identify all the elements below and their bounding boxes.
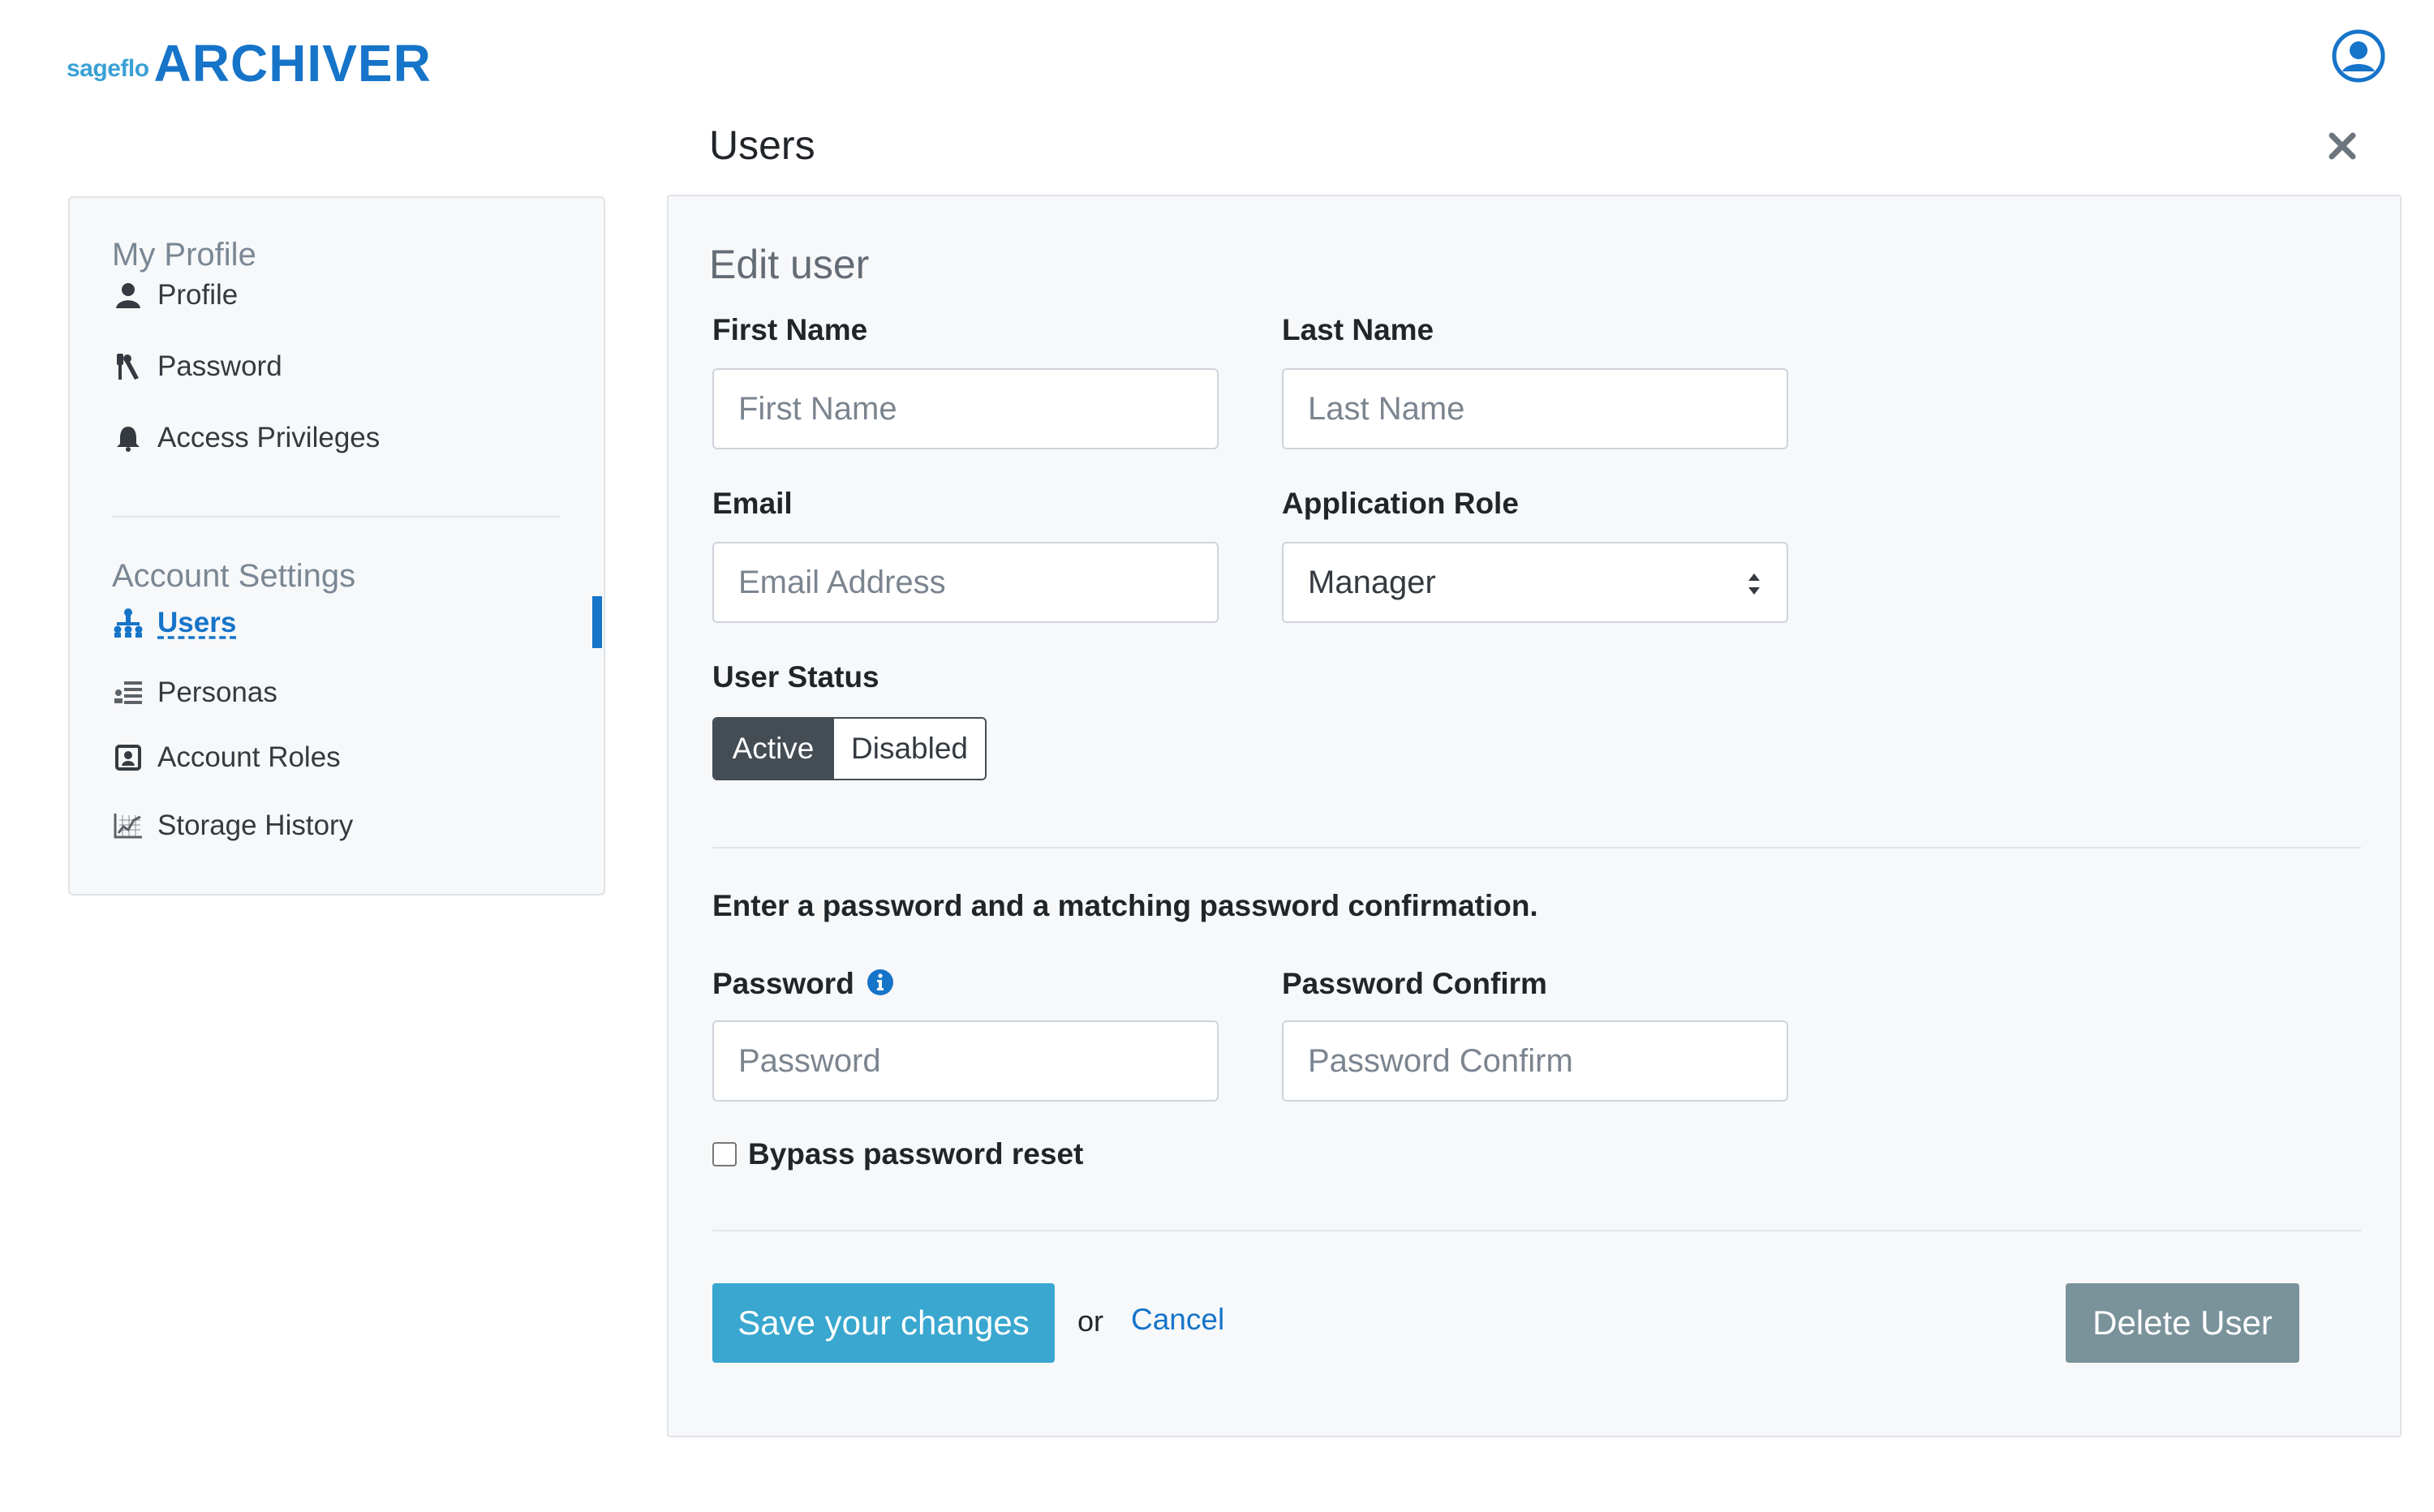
last-name-field[interactable] [1282, 368, 1788, 449]
sidebar-item-password[interactable]: Password [112, 342, 282, 391]
close-icon[interactable] [2322, 126, 2363, 166]
status-disabled-button[interactable]: Disabled [832, 719, 985, 779]
bypass-password-reset-label: Bypass password reset [748, 1137, 1084, 1171]
password-instructions: Enter a password and a matching password… [712, 889, 1538, 922]
user-icon [112, 279, 144, 311]
last-name-label: Last Name [1282, 313, 1434, 346]
sidebar-item-storage-history[interactable]: Storage History [112, 801, 353, 850]
bypass-password-reset-option[interactable]: Bypass password reset [712, 1137, 1083, 1171]
first-name-label: First Name [712, 313, 868, 346]
user-account-icon[interactable] [2332, 29, 2385, 83]
sidebar-divider [112, 516, 560, 518]
status-active-button[interactable]: Active [714, 719, 832, 779]
persona-list-icon [112, 677, 144, 709]
sidebar-section-my-profile: My Profile [112, 237, 256, 273]
sidebar-item-label: Users [157, 607, 237, 638]
sidebar-item-label: Storage History [157, 810, 354, 841]
save-button[interactable]: Save your changes [712, 1283, 1055, 1363]
email-field[interactable] [712, 542, 1219, 623]
panel-title: Edit user [709, 242, 870, 287]
or-text: or [1077, 1304, 1104, 1338]
section-divider [712, 847, 2361, 848]
user-status-label: User Status [712, 660, 879, 694]
delete-user-button[interactable]: Delete User [2066, 1283, 2299, 1363]
settings-sidebar: My Profile Profile Password Access Privi… [68, 196, 605, 896]
password-field[interactable] [712, 1020, 1219, 1102]
sidebar-active-indicator [592, 596, 602, 648]
bell-icon [112, 422, 144, 454]
sidebar-item-profile[interactable]: Profile [112, 271, 238, 320]
first-name-field[interactable] [712, 368, 1219, 449]
sidebar-section-account-settings: Account Settings [112, 558, 356, 594]
sidebar-item-users[interactable]: Users [112, 599, 236, 647]
sidebar-item-label: Personas [157, 677, 277, 708]
password-confirm-field[interactable] [1282, 1020, 1788, 1102]
logo-brand-title: ARCHIVER [153, 34, 432, 92]
sidebar-item-personas[interactable]: Personas [112, 668, 277, 717]
password-label: Password [712, 967, 854, 1000]
sidebar-item-account-roles[interactable]: Account Roles [112, 733, 341, 782]
application-role-label: Application Role [1282, 487, 1519, 520]
page-title: Users [709, 122, 815, 168]
chart-icon [112, 810, 144, 842]
sidebar-item-access-privileges[interactable]: Access Privileges [112, 414, 380, 462]
info-icon[interactable] [867, 969, 894, 996]
org-chart-icon [112, 607, 144, 639]
bypass-password-reset-checkbox[interactable] [712, 1142, 737, 1166]
application-role-select[interactable]: Manager [1282, 542, 1788, 623]
key-icon [112, 350, 144, 383]
application-role-value: Manager [1308, 564, 1436, 600]
id-card-icon [112, 741, 144, 774]
sidebar-item-label: Account Roles [157, 741, 341, 773]
sidebar-item-label: Access Privileges [157, 422, 381, 453]
edit-user-panel: Edit user First Name Last Name Email App… [667, 195, 2402, 1437]
user-status-toggle: Active Disabled [712, 717, 987, 780]
cancel-link[interactable]: Cancel [1131, 1303, 1224, 1337]
sidebar-item-label: Password [157, 350, 282, 382]
select-caret-icon [1748, 573, 1760, 595]
email-label: Email [712, 487, 793, 520]
section-divider [712, 1230, 2361, 1231]
app-logo[interactable]: sageflo ARCHIVER [67, 37, 432, 89]
logo-brand-small: sageflo [67, 55, 149, 82]
password-confirm-label: Password Confirm [1282, 967, 1547, 1000]
sidebar-item-label: Profile [157, 279, 239, 311]
